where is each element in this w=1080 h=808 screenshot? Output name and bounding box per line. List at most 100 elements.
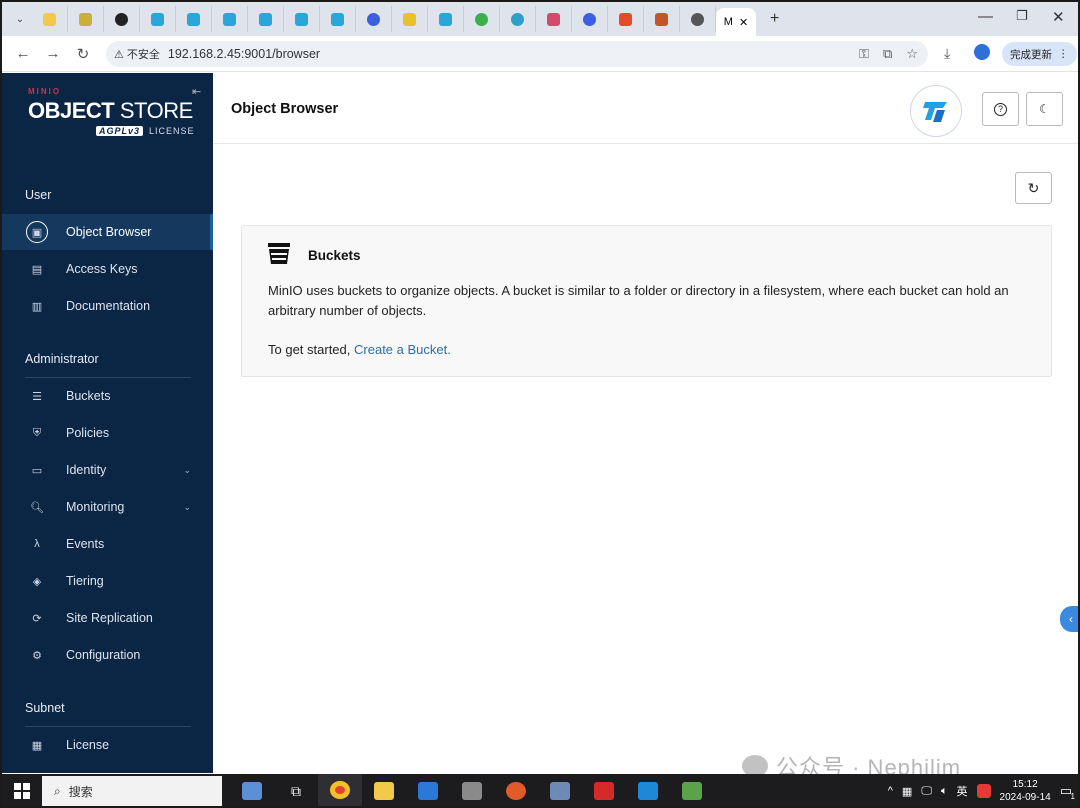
sidebar-item-events[interactable]: λ Events (2, 526, 213, 562)
create-bucket-link[interactable]: Create a Bucket. (354, 342, 451, 357)
tab[interactable] (140, 6, 176, 32)
access-keys-icon: ▤ (31, 263, 43, 276)
tab[interactable] (464, 6, 500, 32)
taskbar-app-gray[interactable] (450, 774, 494, 806)
clock[interactable]: 15:12 2024-09-14 (1000, 778, 1051, 804)
download-icon[interactable]: ⤓ (944, 45, 950, 62)
tray-red-icon[interactable] (976, 784, 991, 798)
dark-mode-button[interactable]: ☾ (1026, 92, 1063, 126)
tab[interactable] (32, 6, 68, 32)
insecure-badge[interactable]: ⚠ 不安全 (114, 46, 160, 62)
network-icon[interactable]: 🖵︎ (921, 785, 932, 798)
documentation-icon: ▥ (31, 300, 43, 313)
sidebar-item-access-keys[interactable]: ▤ Access Keys (2, 251, 213, 287)
tab[interactable] (104, 6, 140, 32)
collapse-sidebar-icon[interactable]: ⇤ (192, 85, 201, 98)
tab-list-button[interactable]: ⌄ (8, 6, 32, 32)
tab[interactable] (500, 6, 536, 32)
tab-active[interactable]: M ✕ (716, 8, 756, 36)
taskbar-app-red[interactable] (582, 774, 626, 806)
tab[interactable] (680, 6, 716, 32)
new-tab-button[interactable]: + (770, 10, 779, 28)
key-icon[interactable]: ⚿ (859, 46, 869, 62)
taskbar-app-blue[interactable] (406, 774, 450, 806)
sidebar-item-monitoring[interactable]: 🔍︎ Monitoring ⌄ (2, 489, 213, 525)
help-icon: ? (994, 102, 1007, 116)
tab[interactable] (428, 6, 464, 32)
close-window-icon[interactable]: ✕ (1052, 8, 1065, 26)
notification-icon[interactable]: ▭ 1 (1060, 783, 1075, 801)
restore-icon[interactable]: ❐ (1016, 8, 1028, 24)
chevron-left-icon: ‹ (1069, 612, 1073, 626)
sidebar-item-policies[interactable]: ⛨ Policies (2, 415, 213, 451)
tab[interactable] (284, 6, 320, 32)
configuration-icon: ⚙ (32, 649, 42, 662)
warning-icon: ⚠ (114, 48, 124, 61)
tab[interactable] (608, 6, 644, 32)
sidebar-item-tiering[interactable]: ◈ Tiering (2, 563, 213, 599)
taskbar-app-vscode[interactable] (626, 774, 670, 806)
identity-icon: ▭ (31, 464, 43, 477)
close-tab-icon[interactable]: ✕ (739, 16, 748, 29)
tab[interactable] (392, 6, 428, 32)
sidebar-item-label: Events (66, 537, 105, 551)
sidebar-item-label: License (66, 738, 110, 752)
bookmark-star-icon[interactable]: ☆ (906, 46, 918, 62)
address-bar[interactable]: ⚠ 不安全 192.168.2.45:9001/browser ⚿ ⧉ ☆ (106, 41, 928, 67)
bucket-icon (268, 243, 290, 270)
tab[interactable] (644, 6, 680, 32)
browser-toolbar: ← → ↻ ⚠ 不安全 192.168.2.45:9001/browser ⚿ … (2, 36, 1078, 72)
tab[interactable] (536, 6, 572, 32)
tray-expand-icon[interactable]: ^ (888, 785, 893, 797)
brand-license: LICENSE (149, 126, 195, 136)
side-panel-toggle[interactable]: ‹ (1060, 606, 1078, 632)
tab[interactable] (248, 6, 284, 32)
app-logo-icon[interactable] (910, 85, 962, 137)
sidebar-item-identity[interactable]: ▭ Identity ⌄ (2, 452, 213, 488)
volume-icon[interactable]: 🔈︎ (941, 785, 948, 798)
taskbar-app-green[interactable] (670, 774, 714, 806)
object-browser-icon: ▣ (26, 221, 48, 243)
section-user: User (25, 188, 52, 202)
tab[interactable] (68, 6, 104, 32)
tab[interactable] (176, 6, 212, 32)
taskbar-app-chrome[interactable] (318, 774, 362, 806)
reload-icon[interactable]: ↻ (68, 45, 98, 63)
minimize-icon[interactable]: — (978, 8, 993, 25)
help-button[interactable]: ? (982, 92, 1019, 126)
taskbar-search[interactable]: ⌕ 搜索 (42, 776, 222, 806)
update-button[interactable]: 完成更新 ⋮ (1002, 42, 1077, 66)
sidebar-item-buckets[interactable]: ☰ Buckets (2, 378, 213, 414)
sidebar-item-object-browser[interactable]: ▣ Object Browser (2, 214, 213, 250)
tab[interactable] (212, 6, 248, 32)
more-icon: ⋮ (1058, 48, 1069, 60)
translate-icon[interactable]: ⧉ (883, 46, 892, 62)
back-icon[interactable]: ← (8, 45, 38, 62)
page-title: Object Browser (231, 101, 339, 117)
taskbar-app-orange[interactable] (494, 774, 538, 806)
update-label: 完成更新 (1010, 48, 1052, 61)
tray-app-icon[interactable]: ▦ (902, 785, 912, 798)
sidebar-item-license[interactable]: ▦ License (2, 727, 213, 763)
ime-indicator[interactable]: 英 (957, 783, 968, 799)
sidebar-item-site-replication[interactable]: ⟳ Site Replication (2, 600, 213, 636)
clock-time: 15:12 (1012, 779, 1038, 790)
task-view-icon[interactable]: ⧉ (274, 774, 318, 806)
taskbar-app-desktop[interactable] (230, 774, 274, 806)
profile-icon[interactable] (974, 44, 990, 60)
tab[interactable] (320, 6, 356, 32)
refresh-button[interactable]: ↻ (1015, 172, 1052, 204)
brand-minio: MINIO (28, 87, 62, 96)
minio-logo[interactable]: MINIO OBJECT STORE AGPLv3 LICENSE (28, 87, 195, 136)
tab[interactable] (572, 6, 608, 32)
tab[interactable] (356, 6, 392, 32)
moon-icon: ☾ (1039, 102, 1050, 116)
forward-icon[interactable]: → (38, 45, 68, 62)
taskbar-app-notes[interactable] (538, 774, 582, 806)
agpl-badge: AGPLv3 (96, 126, 144, 136)
taskbar-app-explorer[interactable] (362, 774, 406, 806)
sidebar-item-documentation[interactable]: ▥ Documentation (2, 288, 213, 324)
windows-start-icon[interactable] (2, 783, 42, 799)
sidebar-item-configuration[interactable]: ⚙ Configuration (2, 637, 213, 673)
sidebar-item-label: Documentation (66, 299, 151, 313)
